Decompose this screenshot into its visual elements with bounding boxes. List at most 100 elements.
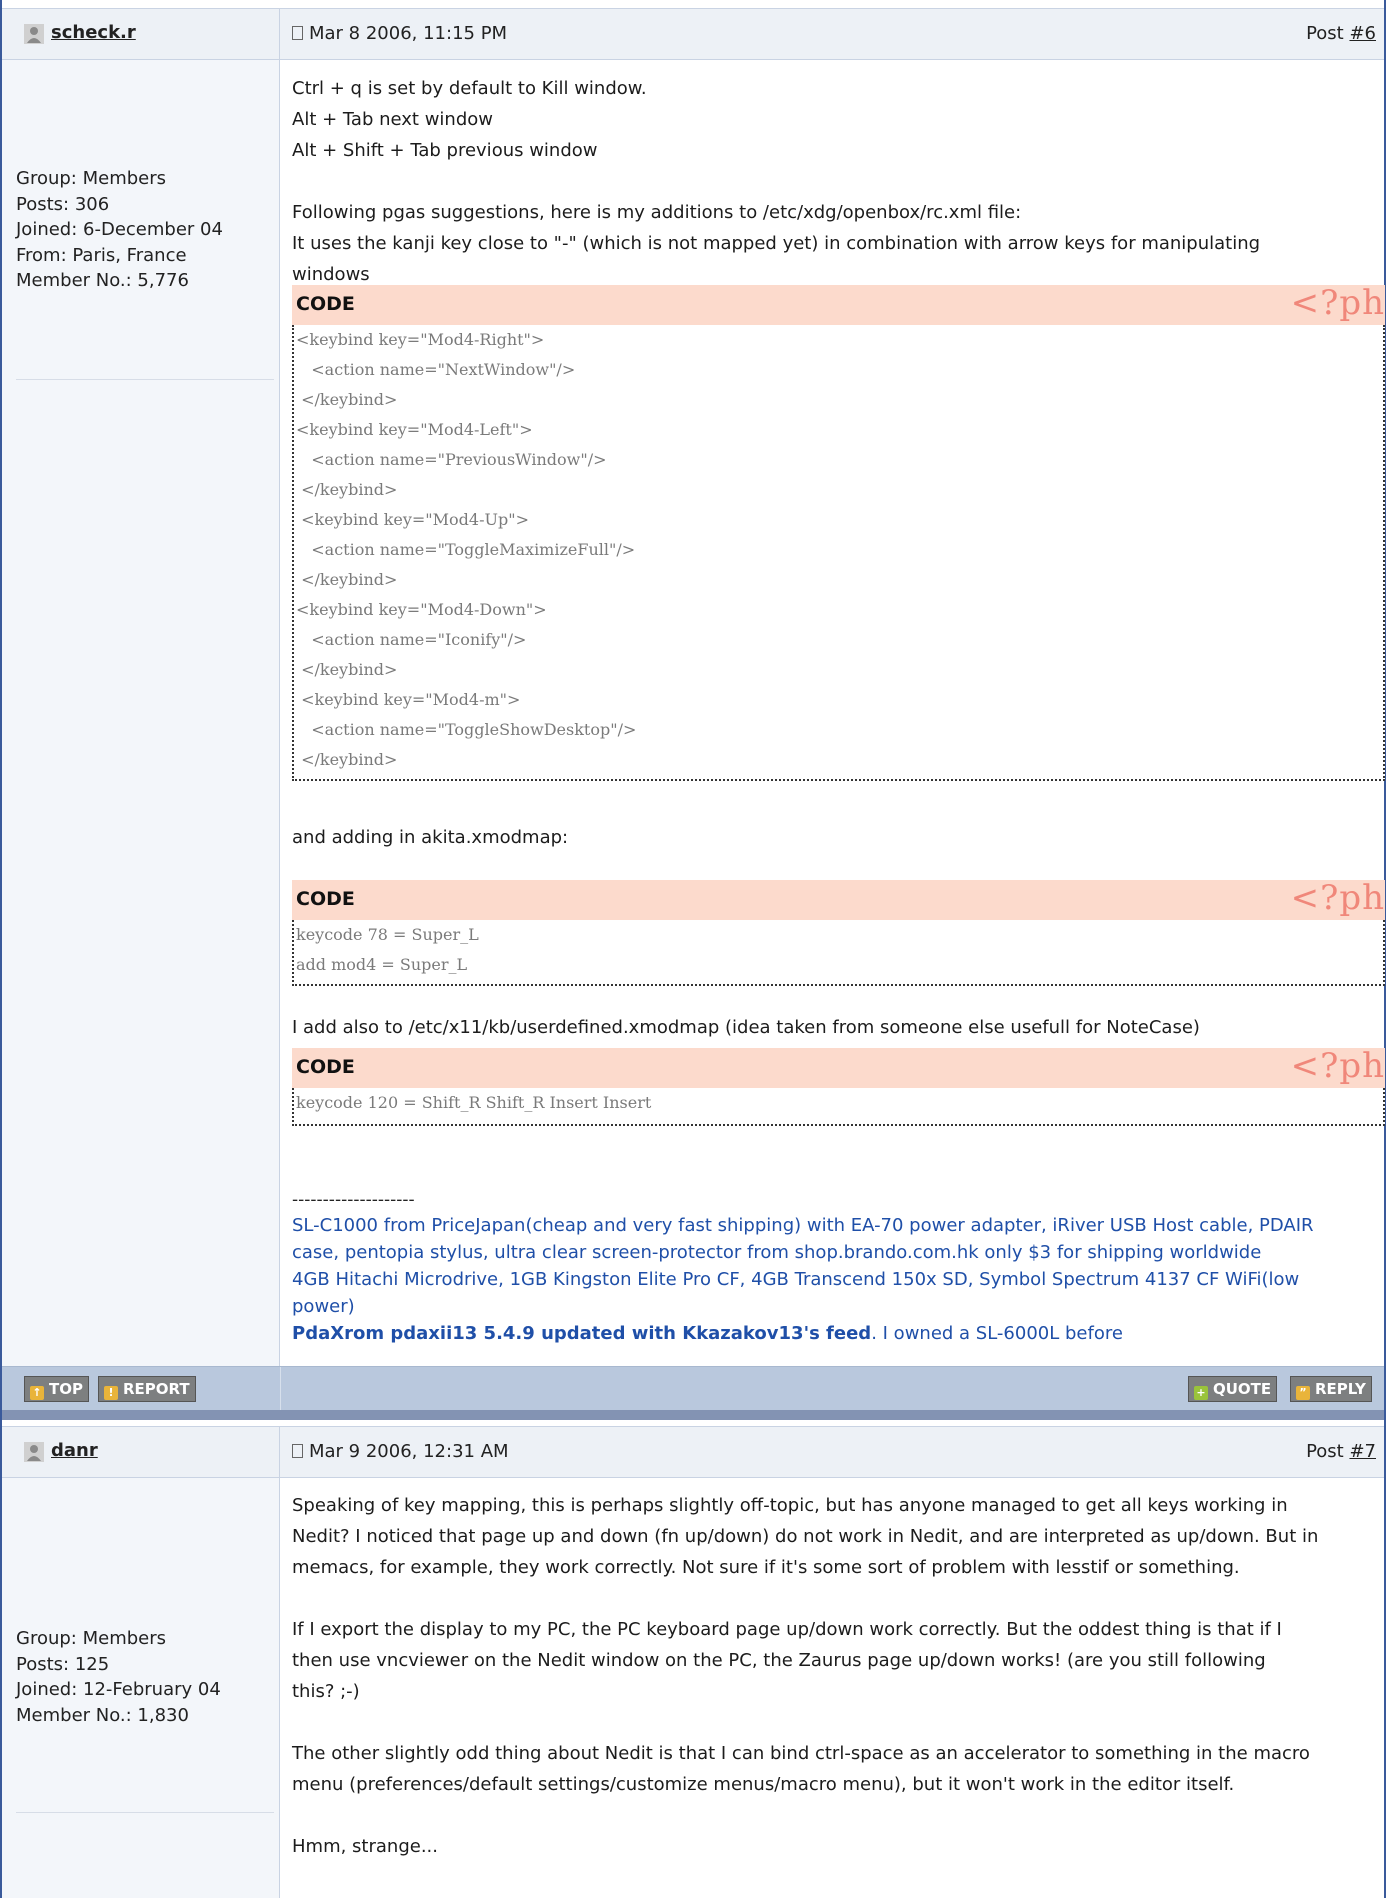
user-info: Group: Members Posts: 125 Joined: 12-Feb… [16,1626,221,1728]
post-text: Ctrl + q is set by default to Kill windo… [292,78,647,99]
code-line: add mod4 = Super_L [296,955,468,974]
php-watermark: <?ph [1290,283,1385,323]
signature-line: SL-C1000 from PriceJapan(cheap and very … [292,1215,1314,1236]
code-line: <keybind key="Mod4-Down"> [296,600,547,619]
php-watermark: <?ph [1290,1046,1385,1086]
code-line: <keybind key="Mod4-m"> [296,690,521,709]
user-panel: Group: Members Posts: 125 Joined: 12-Feb… [2,1478,280,1898]
quote-label: QUOTE [1213,1380,1272,1398]
post-text: this? ;-) [292,1681,360,1702]
code-label: CODE [296,1056,355,1078]
arrow-up-icon: ↑ [30,1386,44,1400]
report-label: REPORT [123,1380,190,1398]
signature-text[interactable]: SL-C1000 from PriceJapan(cheap and very … [292,1212,1382,1347]
code-block-header: CODE <?ph [292,1046,1385,1088]
user-joined: Joined: 12-February 04 [16,1679,221,1700]
post-text: menu (preferences/default settings/custo… [292,1774,1235,1795]
post-date-text: Mar 9 2006, 12:31 AM [309,1441,509,1462]
post-label: Post [1306,23,1350,44]
code-line: keycode 120 = Shift_R Shift_R Insert Ins… [296,1093,652,1112]
post-text: Nedit? I noticed that page up and down (… [292,1526,1319,1547]
code-line: <action name="PreviousWindow"/> [296,450,607,469]
user-info: Group: Members Posts: 306 Joined: 6-Dece… [16,166,223,294]
code-block[interactable]: <keybind key="Mod4-Right"> <action name=… [292,325,1385,781]
post-text: then use vncviewer on the Nedit window o… [292,1650,1266,1671]
code-line: </keybind> [296,660,398,679]
user-joined: Joined: 6-December 04 [16,219,223,240]
post-text: If I export the display to my PC, the PC… [292,1619,1282,1640]
post-number: Post #7 [1306,1441,1376,1462]
report-button[interactable]: ! REPORT [98,1376,196,1402]
post-text: It uses the kanji key close to "-" (whic… [292,233,1261,254]
post-divider [2,1410,1384,1420]
user-icon [24,24,44,44]
code-line: </keybind> [296,480,398,499]
reply-button[interactable]: ” REPLY [1290,1376,1372,1402]
forum-page: scheck.r Mar 8 2006, 11:15 PM Post #6 Gr… [0,0,1391,1898]
author-cell: scheck.r [2,9,280,59]
user-group: Group: Members [16,1628,167,1649]
code-label: CODE [296,293,355,315]
user-from: From: Paris, France [16,244,187,266]
user-icon [24,1442,44,1462]
post-header: scheck.r Mar 8 2006, 11:15 PM Post #6 [2,8,1384,60]
author-link[interactable]: scheck.r [51,22,136,43]
quote-button[interactable]: + QUOTE [1188,1376,1278,1402]
code-block[interactable]: keycode 78 = Super_L add mod4 = Super_L [292,920,1385,986]
signature-divider: -------------------- [292,1190,415,1210]
action-bar-separator [280,1367,281,1410]
user-panel-separator [16,379,274,380]
top-button[interactable]: ↑ TOP [24,1376,89,1402]
code-line: keycode 78 = Super_L [296,925,479,944]
code-line: </keybind> [296,750,398,769]
code-line: <action name="ToggleShowDesktop"/> [296,720,637,739]
code-block-header: CODE <?ph [292,283,1385,325]
post-text: Alt + Tab next window [292,109,493,130]
post-body: Group: Members Posts: 306 Joined: 6-Dece… [2,60,1385,1126]
post-text: Speaking of key mapping, this is perhaps… [292,1495,1288,1516]
user-panel: Group: Members Posts: 306 Joined: 6-Dece… [2,60,280,1124]
code-label: CODE [296,888,355,910]
top-label: TOP [49,1380,83,1398]
user-panel-separator [16,1812,274,1813]
signature: -------------------- SL-C1000 from Price… [292,1140,1382,1370]
post-header: danr Mar 9 2006, 12:31 AM Post #7 [2,1426,1384,1478]
post-date: Mar 8 2006, 11:15 PM [292,23,507,44]
post-date: Mar 9 2006, 12:31 AM [292,1441,509,1462]
code-line: </keybind> [296,390,398,409]
post-action-bar: ↑ TOP ! REPORT + QUOTE ” REPLY [2,1366,1384,1410]
signature-tail: . I owned a SL-6000L before [871,1323,1123,1344]
plus-icon: + [1194,1386,1208,1400]
post-text: memacs, for example, they work correctly… [292,1557,1240,1578]
signature-bold: PdaXrom pdaxii13 5.4.9 updated with Kkaz… [292,1323,872,1344]
post-date-text: Mar 8 2006, 11:15 PM [309,23,508,44]
author-link[interactable]: danr [51,1440,98,1461]
code-line: <action name="Iconify"/> [296,630,527,649]
post-label: Post [1306,1441,1350,1462]
code-block[interactable]: keycode 120 = Shift_R Shift_R Insert Ins… [292,1088,1385,1126]
exclamation-icon: ! [104,1386,118,1400]
document-icon [292,1444,303,1458]
user-group: Group: Members [16,168,167,189]
post-body: Group: Members Posts: 125 Joined: 12-Feb… [2,1478,1384,1898]
post-text: The other slightly odd thing about Nedit… [292,1743,1310,1764]
signature-line: case, pentopia stylus, ultra clear scree… [292,1242,1262,1263]
php-watermark: <?ph [1290,878,1385,918]
user-panel-extension [2,1124,280,1380]
post-text: Hmm, strange... [292,1836,438,1857]
user-member-no: Member No.: 1,830 [16,1704,189,1726]
signature-line: 4GB Hitachi Microdrive, 1GB Kingston Eli… [292,1269,1300,1290]
signature-line: power) [292,1296,355,1317]
code-block-header: CODE <?ph [292,878,1385,920]
post-text: I add also to /etc/x11/kb/userdefined.xm… [292,1017,1200,1038]
code-line: <keybind key="Mod4-Up"> [296,510,529,529]
signature-line: PdaXrom pdaxii13 5.4.9 updated with Kkaz… [292,1320,1382,1347]
code-line: </keybind> [296,570,398,589]
post-number-link[interactable]: #6 [1349,23,1376,44]
reply-label: REPLY [1315,1380,1366,1398]
post-number-link[interactable]: #7 [1349,1441,1376,1462]
document-icon [292,26,303,40]
author-cell: danr [2,1427,280,1477]
post-number: Post #6 [1306,23,1376,44]
code-line: <keybind key="Mod4-Left"> [296,420,533,439]
